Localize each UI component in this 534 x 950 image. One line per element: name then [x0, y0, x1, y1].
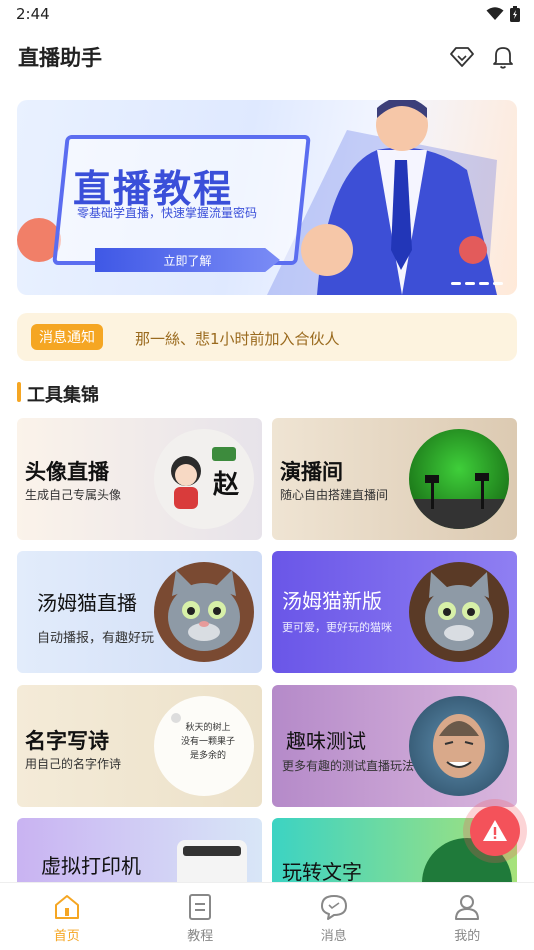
tool-card-tom-cat-new[interactable]: 汤姆猫新版 更可爱，更好玩的猫咪: [272, 551, 517, 673]
bell-icon[interactable]: [488, 42, 518, 72]
nav-profile[interactable]: 我的: [401, 883, 534, 950]
document-icon: [189, 894, 212, 920]
notice-tag: 消息通知: [31, 324, 103, 350]
wifi-icon: [486, 7, 504, 20]
tool-card-title: 汤姆猫新版: [282, 589, 382, 613]
tool-card-title: 头像直播: [25, 460, 109, 484]
poem-line: 秋天的树上: [185, 721, 230, 733]
printer-image: [177, 840, 247, 882]
battery-icon: [510, 6, 520, 22]
nav-label: 我的: [454, 929, 481, 944]
nav-home[interactable]: 首页: [0, 883, 134, 950]
nav-tutorial[interactable]: 教程: [134, 883, 268, 950]
tool-card-name-poem[interactable]: 名字写诗 用自己的名字作诗 秋天的树上 没有一颗果子 是多余的: [17, 685, 262, 807]
tool-card-virtual-printer[interactable]: 虚拟打印机: [17, 818, 262, 882]
banner-subtitle: 零基础学直播，快速掌握流量密码: [77, 206, 258, 220]
app-title: 直播助手: [18, 46, 102, 70]
tool-card-avatar-live[interactable]: 头像直播 生成自己专属头像 赵: [17, 418, 262, 540]
section-accent-bar: [17, 382, 21, 402]
notice-bar[interactable]: 消息通知 那一絲、悲1小时前加入合伙人: [17, 313, 517, 361]
tool-card-image: [154, 562, 254, 662]
tool-card-title: 名字写诗: [25, 729, 109, 753]
tool-card-fun-test[interactable]: 趣味测试 更多有趣的测试直播玩法: [272, 685, 517, 807]
tool-card-title: 趣味测试: [286, 729, 366, 753]
tool-card-image: [409, 696, 509, 796]
tool-card-tom-cat-live[interactable]: 汤姆猫直播 自动播报，有趣好玩: [17, 551, 262, 673]
poem-line: 是多余的: [190, 749, 226, 761]
diamond-icon[interactable]: [447, 42, 477, 72]
notice-text: 那一絲、悲1小时前加入合伙人: [135, 330, 340, 348]
section-title: 工具集锦: [27, 385, 99, 406]
tool-card-image: [409, 429, 509, 529]
poem-line: 没有一颗果子: [181, 735, 235, 747]
home-icon: [54, 895, 79, 919]
tool-card-subtitle: 更多有趣的测试直播玩法: [282, 759, 415, 773]
warning-icon: [483, 820, 507, 841]
alert-fab[interactable]: [470, 806, 520, 856]
tool-card-title: 虚拟打印机: [41, 854, 141, 878]
avatar-name-glyph: 赵: [212, 470, 240, 500]
tool-card-subtitle: 随心自由搭建直播间: [280, 488, 389, 502]
tool-card-subtitle: 生成自己专属头像: [25, 488, 122, 502]
bottom-nav: 首页 教程 消息 我的: [0, 882, 534, 950]
tool-card-title: 汤姆猫直播: [37, 591, 137, 615]
banner-pagination: [451, 282, 503, 285]
tool-card-subtitle: 更可爱，更好玩的猫咪: [282, 621, 392, 634]
tool-card-title: 玩转文字: [282, 860, 362, 882]
nav-messages[interactable]: 消息: [267, 883, 401, 950]
app-header: 直播助手: [0, 36, 534, 80]
tool-card-subtitle: 自动播报，有趣好玩: [37, 631, 155, 646]
user-icon: [455, 895, 480, 920]
tool-card-image: [409, 562, 509, 662]
tool-card-image: 秋天的树上 没有一颗果子 是多余的: [154, 696, 254, 796]
tool-card-studio[interactable]: 演播间 随心自由搭建直播间: [272, 418, 517, 540]
nav-label: 教程: [187, 929, 214, 944]
banner-learn-more-button[interactable]: 立即了解: [95, 248, 280, 272]
nav-label: 消息: [320, 929, 347, 944]
tool-card-image: 赵: [154, 429, 254, 529]
tool-card-subtitle: 用自己的名字作诗: [25, 757, 122, 771]
nav-label: 首页: [53, 929, 80, 944]
banner[interactable]: 直播教程 零基础学直播，快速掌握流量密码 立即了解: [17, 100, 517, 295]
chat-icon: [320, 895, 347, 920]
status-bar: 2:44: [0, 0, 534, 28]
status-time: 2:44: [16, 5, 50, 23]
tool-card-title: 演播间: [280, 460, 343, 484]
status-icons: [486, 6, 520, 22]
